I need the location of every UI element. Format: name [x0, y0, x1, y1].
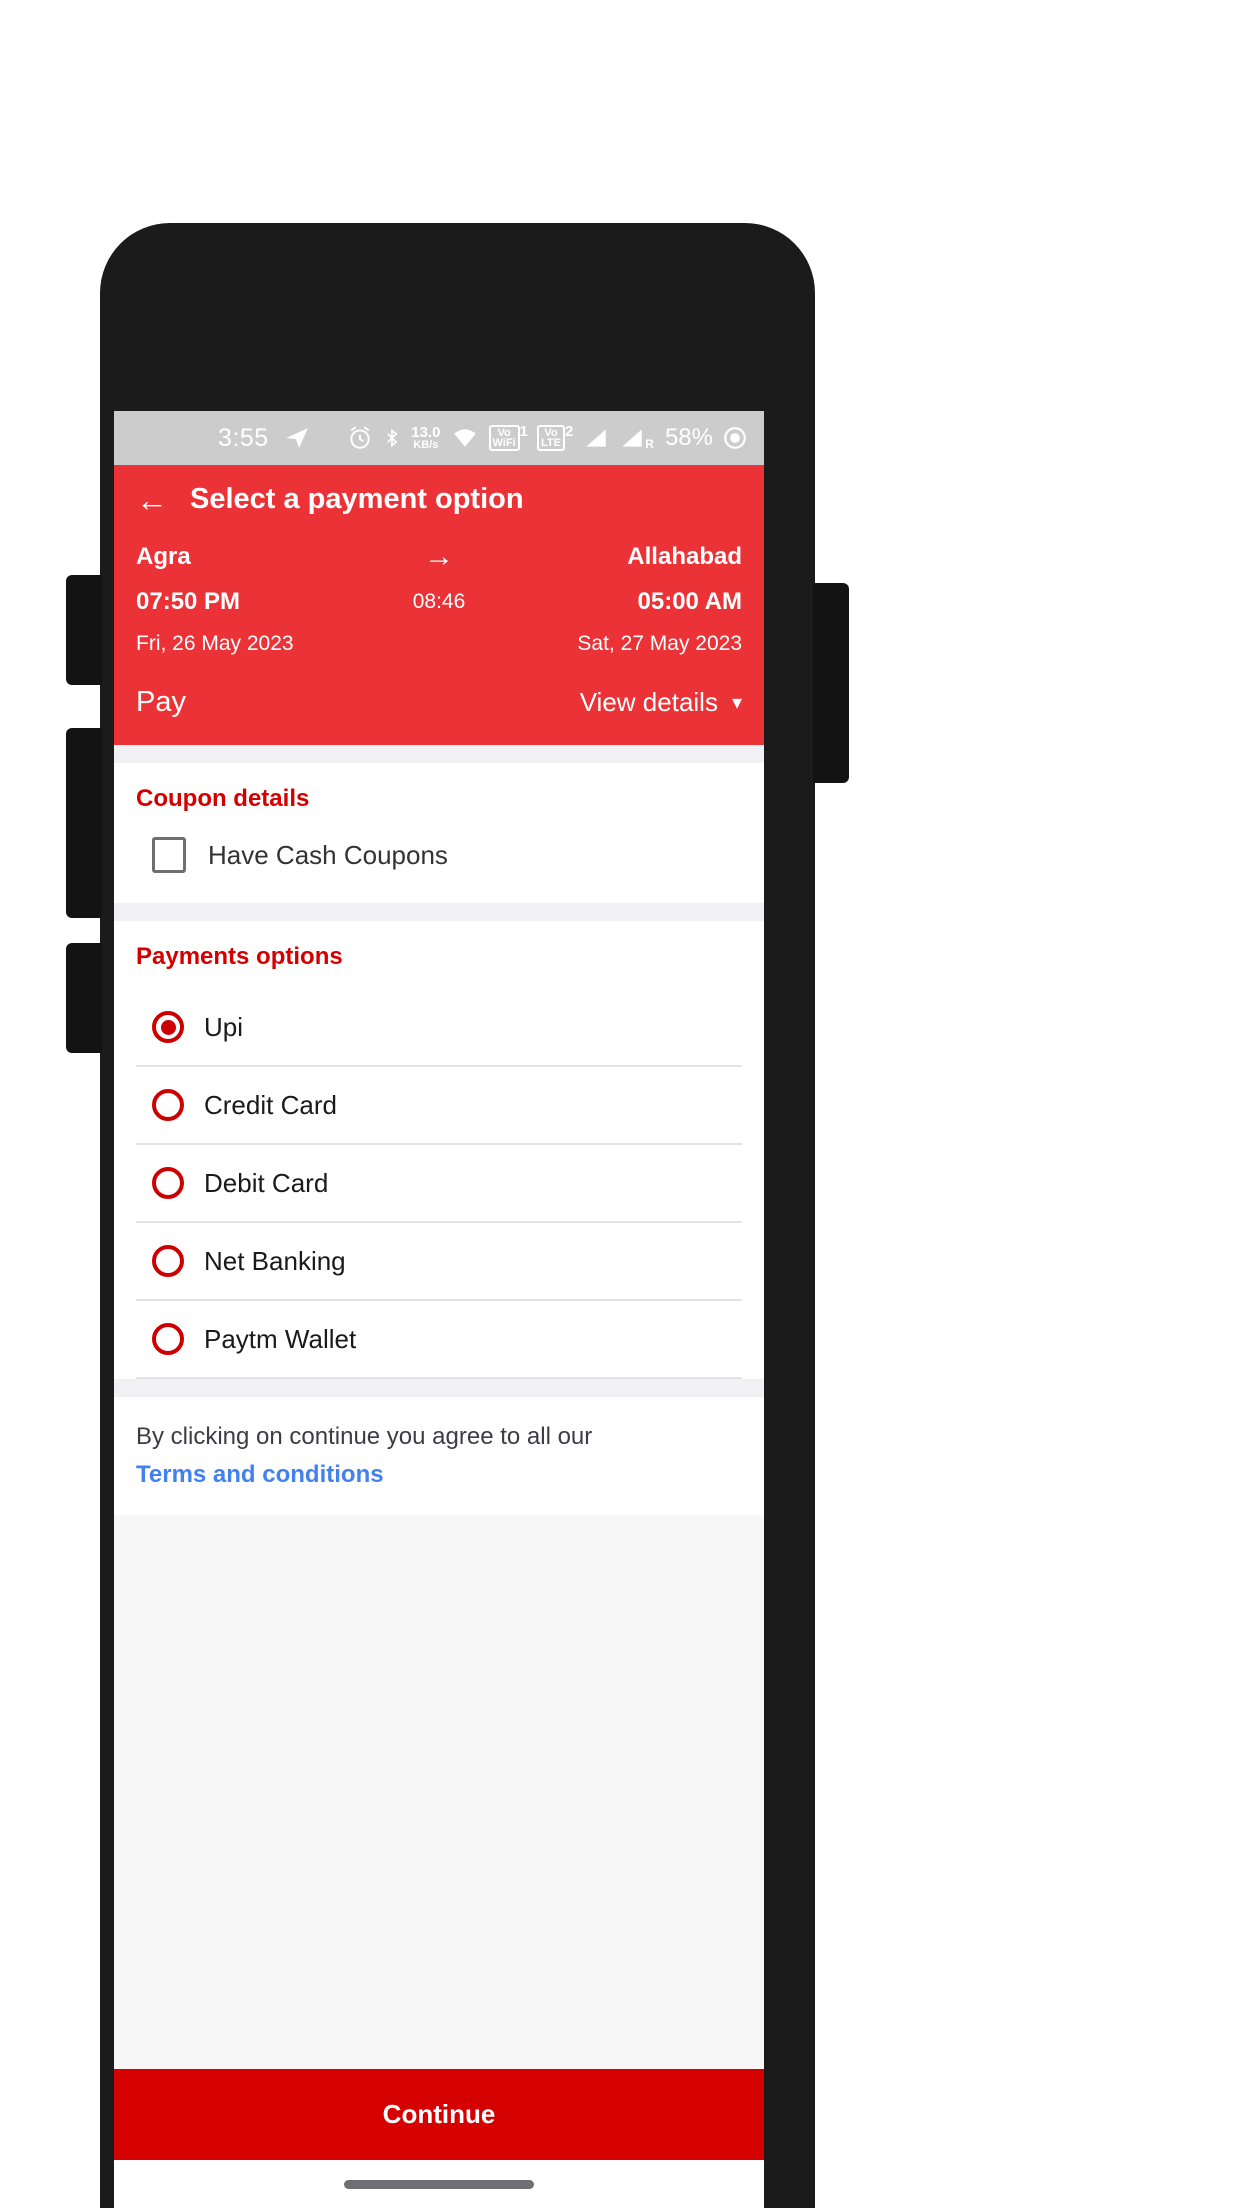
section-divider-2 [114, 903, 764, 921]
screen-body: 3:55 13.0 KB/s Vo WiFi 1 Vo LTE 2 R 58% … [114, 411, 764, 2208]
have-cash-coupons-row[interactable]: Have Cash Coupons [136, 831, 742, 903]
payment-option-label: Net Banking [204, 1245, 346, 1276]
radio-debit-card[interactable] [152, 1167, 184, 1199]
have-cash-coupons-label: Have Cash Coupons [208, 839, 448, 870]
coupon-details-card: Coupon details Have Cash Coupons [114, 763, 764, 903]
payment-option-label: Credit Card [204, 1089, 337, 1120]
view-details-button[interactable]: View details ▾ [580, 687, 742, 718]
payments-options-card: Payments options Upi Credit Card Debit C… [114, 921, 764, 1379]
phone-device-frame: 3:55 13.0 KB/s Vo WiFi 1 Vo LTE 2 R 58% … [66, 223, 849, 2208]
journey-times-row: 07:50 PM 08:46 05:00 AM [136, 588, 742, 616]
payment-option-debit-card[interactable]: Debit Card [136, 1145, 742, 1223]
volume-up-button[interactable] [66, 575, 102, 685]
battery-percent-label: 58% [664, 424, 713, 451]
system-navigation-bar [114, 2160, 764, 2208]
radio-net-banking[interactable] [152, 1245, 184, 1277]
pay-label: Pay [136, 686, 186, 718]
origin-city: Agra [136, 543, 191, 570]
payments-section-title: Payments options [136, 943, 343, 970]
payment-option-label: Debit Card [204, 1167, 329, 1198]
pay-row: Pay View details ▾ [136, 656, 742, 745]
status-bar-clock: 3:55 [218, 423, 269, 452]
signal-bars-icon [582, 425, 610, 451]
arrival-time: 05:00 AM [637, 588, 742, 615]
telegram-send-icon [283, 425, 311, 451]
arrow-right-icon: → [424, 540, 454, 573]
section-divider-3 [114, 1379, 764, 1397]
back-arrow-icon[interactable]: ← [136, 484, 168, 516]
terms-agreement-text: By clicking on continue you agree to all… [136, 1423, 593, 1450]
continue-button[interactable]: Continue [114, 2069, 764, 2160]
departure-time: 07:50 PM [136, 588, 241, 615]
volte-wifi-icon: Vo WiFi 1 [488, 424, 528, 451]
power-button[interactable] [813, 583, 849, 783]
bluetooth-icon [382, 425, 402, 451]
radio-credit-card[interactable] [152, 1089, 184, 1121]
app-header: ← Select a payment option Agra → Allahab… [114, 465, 764, 745]
radio-upi[interactable] [152, 1011, 184, 1043]
terms-and-conditions-link[interactable]: Terms and conditions [136, 1461, 742, 1489]
radio-paytm-wallet[interactable] [152, 1323, 184, 1355]
journey-cities-row: Agra → Allahabad [136, 542, 742, 572]
wifi-icon [450, 425, 480, 451]
journey-dates-row: Fri, 26 May 2023 Sat, 27 May 2023 [136, 632, 742, 656]
volume-down-button[interactable] [66, 728, 102, 918]
alarm-clock-icon [347, 425, 373, 451]
phone-screen: 3:55 13.0 KB/s Vo WiFi 1 Vo LTE 2 R 58% … [114, 411, 764, 2208]
data-speed-indicator: 13.0 KB/s [411, 423, 441, 451]
status-bar-right: 13.0 KB/s Vo WiFi 1 Vo LTE 2 R 58% [347, 424, 748, 452]
departure-date: Fri, 26 May 2023 [136, 632, 294, 655]
have-cash-coupons-checkbox[interactable] [152, 837, 186, 873]
page-title: Select a payment option [190, 483, 524, 515]
payment-option-credit-card[interactable]: Credit Card [136, 1067, 742, 1145]
payment-option-upi[interactable]: Upi [136, 989, 742, 1067]
battery-circle-icon [722, 425, 748, 451]
coupon-section-title: Coupon details [136, 785, 310, 812]
destination-city: Allahabad [627, 543, 742, 570]
signal-bars-roaming-icon: R [619, 425, 654, 451]
view-details-label: View details [579, 687, 718, 717]
payment-option-paytm-wallet[interactable]: Paytm Wallet [136, 1301, 742, 1379]
arrival-date: Sat, 27 May 2023 [577, 632, 742, 655]
section-divider-1 [114, 745, 764, 763]
chevron-down-icon: ▾ [731, 691, 742, 714]
gesture-handle[interactable] [344, 2179, 534, 2189]
terms-card: By clicking on continue you agree to all… [114, 1397, 764, 1515]
journey-duration: 08:46 [412, 590, 466, 613]
assistant-button[interactable] [66, 943, 102, 1053]
header-title-row: ← Select a payment option [136, 483, 742, 542]
status-bar-left: 3:55 [218, 424, 311, 453]
status-bar: 3:55 13.0 KB/s Vo WiFi 1 Vo LTE 2 R 58% [114, 411, 764, 465]
empty-space [114, 1515, 764, 2069]
payment-option-net-banking[interactable]: Net Banking [136, 1223, 742, 1301]
volte-lte-icon: Vo LTE 2 [536, 424, 573, 451]
payment-option-label: Upi [204, 1011, 244, 1042]
payment-option-label: Paytm Wallet [204, 1323, 357, 1354]
